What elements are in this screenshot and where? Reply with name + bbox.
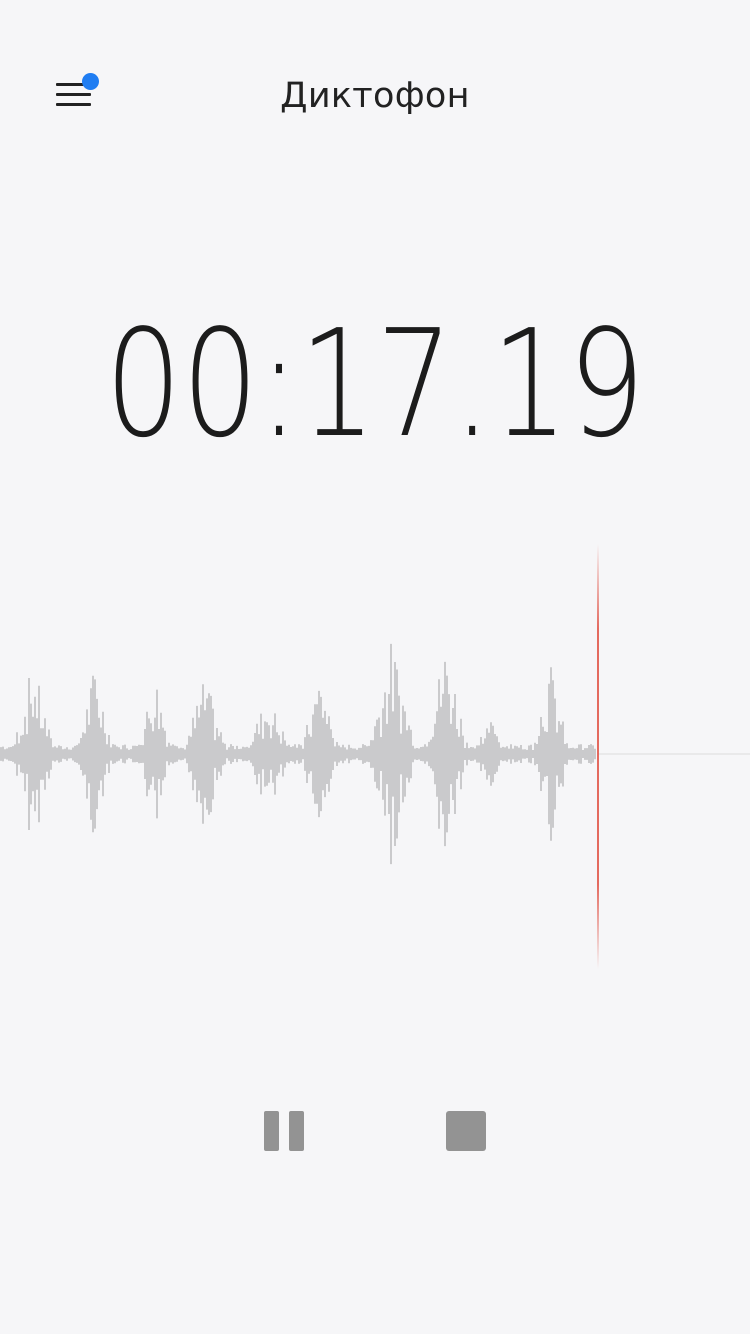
pause-icon: [264, 1111, 279, 1151]
elapsed-time-display: 00:17.19: [0, 300, 750, 460]
header: Диктофон: [0, 0, 750, 190]
elapsed-time-svg: 00:17.19: [105, 300, 645, 460]
recording-controls: [0, 1100, 750, 1160]
pause-button[interactable]: [254, 1100, 314, 1160]
elapsed-time-text: 00:17.19: [105, 300, 645, 460]
page-title: Диктофон: [280, 76, 470, 116]
stop-icon: [446, 1111, 486, 1151]
playhead-line[interactable]: [597, 544, 599, 969]
waveform-bars: [0, 643, 596, 865]
waveform: [0, 544, 750, 969]
waveform-area: [0, 540, 750, 970]
pause-icon: [289, 1111, 304, 1151]
stop-button[interactable]: [436, 1100, 496, 1160]
voice-recorder-screen: Диктофон 00:17.19: [0, 0, 750, 1334]
